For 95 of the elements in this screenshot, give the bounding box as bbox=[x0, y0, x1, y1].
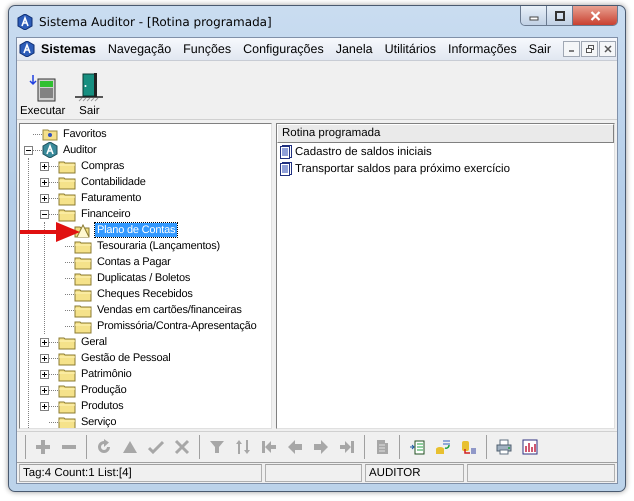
triangle-up-icon bbox=[122, 439, 138, 455]
expand-toggle[interactable] bbox=[40, 338, 49, 346]
folder-icon bbox=[74, 254, 92, 270]
restore-button[interactable] bbox=[581, 41, 598, 57]
app-logo-icon bbox=[42, 142, 58, 158]
folder-icon bbox=[58, 366, 76, 382]
close-button[interactable] bbox=[573, 6, 617, 25]
tree-item[interactable]: Financeiro bbox=[79, 207, 132, 221]
plus-icon bbox=[35, 439, 51, 455]
last-icon bbox=[339, 439, 355, 455]
expand-toggle[interactable] bbox=[40, 354, 49, 362]
folder-icon bbox=[58, 174, 76, 190]
toolbar-button[interactable]: Sair bbox=[72, 72, 106, 117]
minimize-button[interactable] bbox=[521, 6, 547, 25]
tree-item[interactable]: Produtos bbox=[79, 399, 126, 413]
folder-icon bbox=[74, 286, 92, 302]
menu-item[interactable]: Funções bbox=[177, 42, 238, 56]
arrow-left-icon bbox=[287, 439, 303, 455]
database-list-icon bbox=[461, 439, 477, 455]
expand-toggle[interactable] bbox=[40, 162, 49, 170]
close-button[interactable] bbox=[599, 41, 616, 57]
funnel-icon bbox=[209, 439, 225, 455]
arrow-right-icon bbox=[313, 439, 329, 455]
tree-item[interactable]: Geral bbox=[79, 335, 109, 349]
expand-toggle[interactable] bbox=[40, 178, 49, 186]
folder-icon bbox=[58, 398, 76, 414]
folder-icon bbox=[74, 270, 92, 286]
maximize-icon bbox=[554, 10, 564, 20]
tree-item[interactable]: Cheques Recebidos bbox=[95, 287, 195, 301]
pointer-arrow-icon bbox=[20, 221, 82, 243]
toolbar-button[interactable]: Executar bbox=[19, 74, 66, 117]
chart-icon bbox=[522, 439, 538, 455]
collapse-toggle[interactable] bbox=[40, 210, 49, 218]
menu-item[interactable]: Utilitários bbox=[378, 42, 442, 56]
list-item[interactable]: Transportar saldos para próximo exercício bbox=[295, 162, 510, 174]
maximize-button[interactable] bbox=[547, 6, 573, 25]
menu-item[interactable]: Navegação bbox=[102, 42, 178, 56]
column-header[interactable]: Rotina programada bbox=[277, 124, 614, 143]
tree-item[interactable]: Vendas em cartões/financeiras bbox=[95, 303, 244, 317]
refresh-icon bbox=[96, 439, 112, 455]
tree-item[interactable]: Gestão de Pessoal bbox=[79, 351, 173, 365]
list-download-icon bbox=[28, 74, 57, 102]
collapse-toggle[interactable] bbox=[24, 146, 33, 154]
status-user: AUDITOR bbox=[365, 464, 464, 482]
first-icon bbox=[261, 439, 277, 455]
folder-icon bbox=[58, 414, 76, 428]
folder-icon bbox=[58, 334, 76, 350]
folder-icon bbox=[58, 350, 76, 366]
tree-item[interactable]: Patrimônio bbox=[79, 367, 134, 381]
folder-icon bbox=[74, 318, 92, 334]
tree-item[interactable]: Contas a Pagar bbox=[95, 255, 173, 269]
expand-toggle[interactable] bbox=[40, 194, 49, 202]
menu-item[interactable]: Janela bbox=[330, 42, 379, 56]
menu-item[interactable]: Configurações bbox=[237, 42, 330, 56]
tree-item[interactable]: Contabilidade bbox=[79, 175, 148, 189]
status-text: Tag:4 Count:1 List:[4] bbox=[19, 464, 262, 482]
x-icon bbox=[174, 439, 190, 455]
menu-item[interactable]: Sistemas bbox=[35, 42, 102, 56]
tree-item[interactable]: Promissória/Contra-Apresentação bbox=[95, 319, 258, 333]
list-export-icon bbox=[409, 439, 425, 455]
close-icon bbox=[590, 10, 600, 20]
list-item[interactable]: Cadastro de saldos iniciais bbox=[295, 146, 432, 158]
checkmark-icon bbox=[148, 439, 164, 455]
folder-icon bbox=[58, 382, 76, 398]
app-logo-icon bbox=[19, 41, 35, 57]
close-icon bbox=[604, 45, 612, 53]
door-icon bbox=[73, 72, 106, 102]
expand-toggle[interactable] bbox=[40, 386, 49, 394]
expand-toggle[interactable] bbox=[40, 370, 49, 378]
tree-item[interactable]: Compras bbox=[79, 159, 126, 173]
folder-icon bbox=[58, 158, 76, 174]
menu-item[interactable]: Informações bbox=[442, 42, 523, 56]
folder-icon bbox=[58, 190, 76, 206]
database-transfer-icon bbox=[435, 439, 451, 455]
app-logo-icon bbox=[17, 14, 33, 30]
tree-item[interactable]: Produção bbox=[79, 383, 128, 397]
tree-item[interactable]: Duplicatas / Boletos bbox=[95, 271, 192, 285]
tree-item[interactable]: Tesouraria (Lançamentos) bbox=[95, 239, 222, 253]
expand-toggle[interactable] bbox=[40, 402, 49, 410]
sort-arrows-icon bbox=[235, 439, 251, 455]
folder-icon bbox=[58, 206, 76, 222]
restore-icon bbox=[586, 45, 594, 53]
open-folder-icon bbox=[74, 222, 92, 238]
document-icon bbox=[374, 439, 390, 455]
folder-icon bbox=[74, 238, 92, 254]
tree-item[interactable]: Auditor bbox=[61, 143, 98, 157]
tree-item[interactable]: Serviço bbox=[79, 415, 118, 428]
tree-item[interactable]: Favoritos bbox=[61, 127, 108, 141]
folder-icon bbox=[74, 302, 92, 318]
tree-item[interactable]: Faturamento bbox=[79, 191, 144, 205]
document-icon bbox=[280, 162, 292, 176]
menu-item[interactable]: Sair bbox=[522, 42, 557, 56]
window-title: Sistema Auditor - [Rotina programada] bbox=[39, 14, 272, 28]
printer-icon bbox=[496, 439, 512, 455]
document-icon bbox=[280, 144, 292, 158]
